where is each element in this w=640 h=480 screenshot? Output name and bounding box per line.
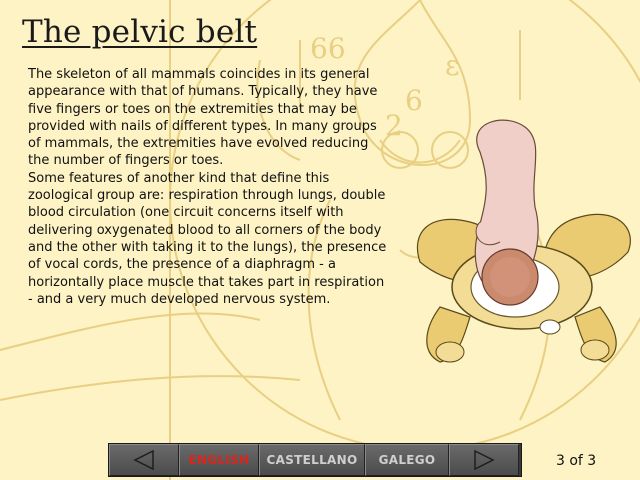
page-title: The pelvic belt bbox=[22, 14, 258, 50]
page-indicator: 3 of 3 bbox=[556, 453, 597, 469]
paragraph: The skeleton of all mammals coincides in… bbox=[28, 67, 378, 169]
next-page-button[interactable] bbox=[449, 444, 519, 476]
body-text: The skeleton of all mammals coincides in… bbox=[28, 66, 392, 308]
triangle-right-icon bbox=[474, 449, 495, 471]
svg-text:ε: ε bbox=[445, 49, 460, 82]
svg-text:66: 66 bbox=[310, 32, 346, 65]
triangle-left-icon bbox=[133, 449, 154, 471]
language-castellano-button[interactable]: CASTELLANO bbox=[259, 444, 365, 476]
navigation-bar: ENGLISH CASTELLANO GALEGO bbox=[108, 443, 522, 477]
language-galego-button[interactable]: GALEGO bbox=[365, 444, 449, 476]
paragraph: Some features of another kind that defin… bbox=[28, 170, 387, 307]
pelvis-fetus-illustration bbox=[416, 119, 631, 363]
language-english-button[interactable]: ENGLISH bbox=[179, 444, 259, 476]
previous-page-button[interactable] bbox=[109, 444, 179, 476]
